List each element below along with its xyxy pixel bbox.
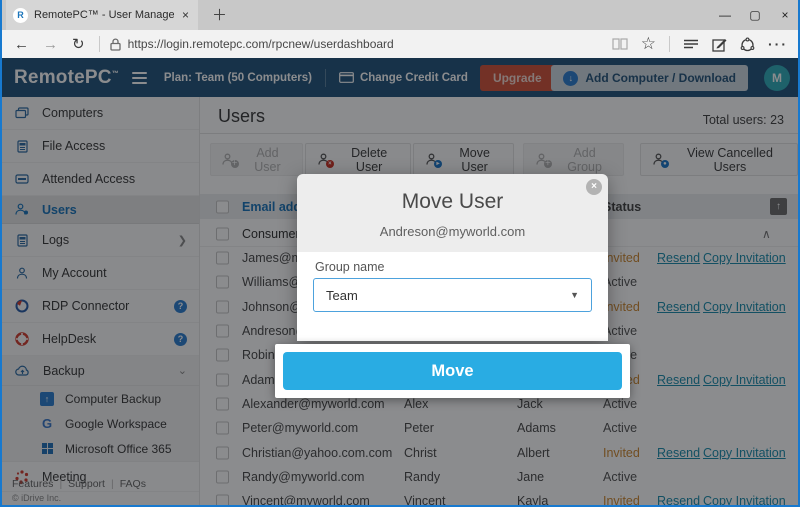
- address-bar[interactable]: https://login.remotepc.com/rpcnew/userda…: [128, 37, 394, 51]
- selected-group: Team: [326, 288, 358, 303]
- lock-icon: [110, 38, 121, 51]
- dropdown-arrow-icon: ▼: [570, 290, 579, 300]
- move-confirm-button[interactable]: Move: [283, 352, 622, 390]
- window-close-icon[interactable]: ×: [770, 0, 800, 30]
- refresh-icon[interactable]: ↻: [72, 35, 85, 53]
- favorites-star-icon[interactable]: ☆: [641, 34, 656, 54]
- tab-close-icon[interactable]: ×: [180, 8, 191, 22]
- move-user-modal: Move User Andreson@myworld.com × Group n…: [297, 174, 608, 341]
- screen: R RemotePC™ - User Management × ＋ — ▢ × …: [0, 0, 800, 507]
- modal-header: Move User Andreson@myworld.com ×: [297, 174, 608, 252]
- modal-body: Group name Team ▼: [297, 252, 608, 341]
- browser-navbar: ← → ↻ https://login.remotepc.com/rpcnew/…: [0, 30, 800, 59]
- web-note-icon[interactable]: [712, 37, 727, 52]
- modal-subtitle: Andreson@myworld.com: [297, 224, 608, 239]
- divider: [99, 36, 100, 52]
- browser-titlebar: R RemotePC™ - User Management × ＋ — ▢ ×: [0, 0, 800, 30]
- hub-icon[interactable]: [683, 38, 699, 50]
- share-icon[interactable]: [740, 37, 755, 52]
- group-name-select[interactable]: Team ▼: [313, 278, 592, 312]
- divider: [669, 36, 670, 52]
- window-minimize-icon[interactable]: —: [710, 0, 740, 30]
- remotepc-favicon-icon: R: [13, 8, 28, 23]
- modal-title: Move User: [297, 174, 608, 214]
- forward-icon[interactable]: →: [43, 36, 58, 53]
- tab-title: RemotePC™ - User Management: [34, 9, 174, 21]
- new-tab-button[interactable]: ＋: [212, 4, 227, 25]
- reading-view-icon[interactable]: [612, 38, 628, 50]
- app-page: RemotePC™ Plan: Team (50 Computers) Chan…: [0, 58, 800, 507]
- window-restore-icon[interactable]: ▢: [740, 0, 770, 30]
- browser-tab[interactable]: R RemotePC™ - User Management ×: [6, 0, 198, 30]
- modal-footer: Move: [275, 344, 630, 398]
- modal-close-icon[interactable]: ×: [586, 179, 602, 195]
- back-icon[interactable]: ←: [14, 36, 29, 53]
- more-options-icon[interactable]: ···: [768, 36, 788, 52]
- group-name-label: Group name: [315, 260, 384, 274]
